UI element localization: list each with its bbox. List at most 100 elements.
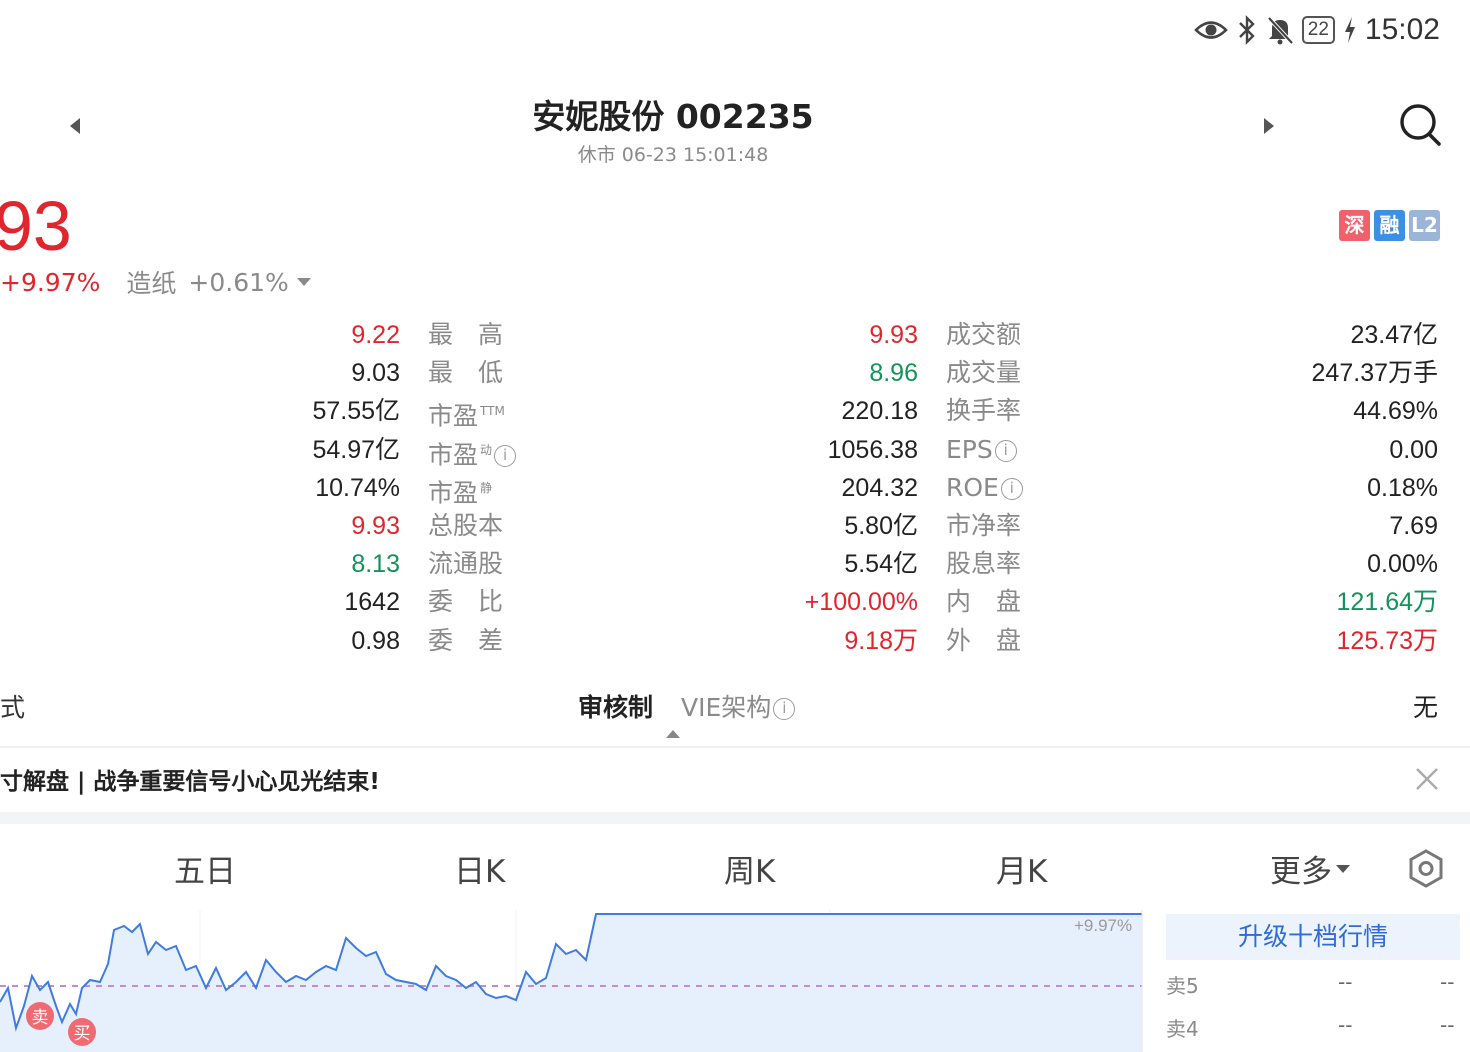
stat-value: 8.96 — [869, 354, 918, 392]
change-percent: +9.97% — [0, 267, 101, 297]
stat-value-text: 9.22 — [351, 321, 400, 349]
stat-label-text: 流通股 — [428, 549, 504, 578]
close-icon[interactable] — [1414, 766, 1440, 792]
stat-label: 最 低 — [428, 354, 503, 392]
stat-label: 外 盘 — [946, 622, 1021, 660]
trade-marker-buy[interactable]: 买 — [68, 1018, 96, 1046]
next-stock-arrow-icon[interactable] — [1264, 118, 1274, 134]
stat-value: 5.80亿 — [844, 507, 918, 545]
stat-value: 54.97亿 — [312, 431, 400, 469]
stat-label: 流通股 — [428, 545, 503, 583]
marker-sell-label: 卖 — [32, 1008, 49, 1028]
section-gap — [0, 812, 1470, 824]
badge-margin[interactable]: 融 — [1374, 210, 1405, 241]
stat-value-text: 0.00 — [1389, 436, 1438, 464]
stat-value-text: 8.96 — [869, 359, 918, 387]
stat-value-text: 54.97亿 — [312, 436, 400, 464]
stat-value: 125.73万 — [1337, 622, 1438, 660]
stat-value-text: 0.00% — [1367, 550, 1438, 578]
stat-value-text: 125.73万 — [1336, 627, 1438, 655]
stock-title: 安妮股份 002235 — [532, 97, 814, 136]
tab-daily-k[interactable]: 日K — [454, 846, 505, 891]
battery-indicator: 22 — [1301, 16, 1335, 44]
news-ticker[interactable]: 寸解盘 | 战争重要信号小心见光结束! — [0, 762, 380, 796]
stat-value: 1642 — [344, 583, 400, 621]
stat-value: +100.00% — [805, 583, 918, 621]
badge-shenzhen[interactable]: 深 — [1339, 210, 1370, 241]
stat-value-text: 1056.38 — [827, 436, 918, 464]
bluetooth-icon — [1238, 15, 1255, 45]
stat-label: 股息率 — [946, 545, 1021, 583]
market-badges: 深 融 L2 — [1339, 210, 1440, 241]
price-change-line: +9.97% 造纸 +0.61% — [0, 264, 311, 300]
stat-value-text: +100.00% — [804, 588, 918, 616]
upgrade-level10-button[interactable]: 升级十档行情 — [1166, 914, 1460, 960]
stat-value-text: 9.18万 — [844, 627, 918, 655]
chevron-down-icon — [296, 278, 311, 286]
stat-value: 0.18% — [1367, 469, 1438, 507]
stat-value-text: 10.74% — [315, 474, 400, 502]
stat-label-text: 成交额 — [946, 320, 1022, 349]
tab-five-day[interactable]: 五日 — [174, 846, 236, 891]
stat-value-text: 204.32 — [841, 474, 918, 502]
stat-label-text: 委 差 — [428, 626, 504, 655]
stat-value: 44.69% — [1353, 392, 1438, 430]
orderbook-label: 卖4 — [1166, 1017, 1199, 1041]
tab-audit-system[interactable]: 审核制 — [578, 688, 653, 724]
collapse-caret-icon[interactable] — [666, 730, 680, 738]
audit-value: 无 — [1412, 693, 1438, 722]
stat-label-text: 市盈 — [428, 478, 479, 508]
stat-label: 市盈静 — [428, 469, 492, 507]
tab-weekly-k[interactable]: 周K — [724, 846, 775, 891]
stat-value: 247.37万手 — [1312, 354, 1438, 392]
stat-value: 8.13 — [351, 545, 400, 583]
stat-label-text: EPS — [946, 435, 993, 464]
tab-vie[interactable]: VIE架构 i — [681, 688, 796, 724]
stat-value: 9.93 — [869, 316, 918, 354]
stat-value-text: 8.13 — [351, 550, 400, 578]
audit-tabs: 审核制 VIE架构 i — [578, 688, 796, 724]
stat-label-text: 内 盘 — [946, 587, 1022, 616]
stat-label-text: 最 高 — [428, 320, 504, 349]
stat-value-text: 44.69% — [1353, 397, 1438, 425]
search-icon[interactable] — [1398, 102, 1442, 148]
more-dropdown[interactable]: 更多 — [1270, 846, 1350, 891]
stat-value: 10.74% — [315, 469, 400, 507]
trade-marker-sell[interactable]: 卖 — [26, 1002, 54, 1030]
tab-monthly-k[interactable]: 月K — [996, 846, 1047, 891]
stat-value: 9.18万 — [844, 622, 918, 660]
last-price: 93 — [0, 187, 72, 265]
stat-label-text: 成交量 — [946, 358, 1022, 387]
orderbook-label: 卖5 — [1166, 974, 1199, 998]
stat-value: 0.00 — [1389, 431, 1438, 469]
sector-info[interactable]: 造纸 +0.61% — [126, 264, 311, 300]
intraday-chart[interactable]: 卖 买 — [0, 910, 1148, 1052]
mute-bell-icon — [1267, 16, 1294, 45]
sector-name: 造纸 — [126, 269, 177, 298]
stat-label-text: 最 低 — [428, 358, 504, 387]
stat-value: 9.93 — [351, 507, 400, 545]
stat-value: 9.22 — [351, 316, 400, 354]
info-icon[interactable]: i — [773, 698, 796, 720]
info-icon[interactable]: i — [1000, 478, 1023, 500]
status-bar: 22 15:02 — [1193, 8, 1440, 52]
info-icon[interactable]: i — [494, 445, 517, 468]
stat-label: 委 差 — [428, 622, 503, 660]
stat-value-text: 220.18 — [841, 397, 918, 425]
badge-level2[interactable]: L2 — [1409, 210, 1440, 241]
stat-label: 最 高 — [428, 316, 503, 354]
stat-value: 23.47亿 — [1350, 316, 1438, 354]
stat-value-text: 23.47亿 — [1350, 321, 1438, 349]
stat-label-text: 市盈 — [428, 401, 479, 431]
orderbook-volume: -- — [1440, 970, 1455, 994]
market-status: 休市 06-23 15:01:48 — [577, 144, 769, 166]
stat-label-text: ROE — [946, 473, 999, 502]
listing-mode-label: 式 — [0, 693, 26, 722]
stat-label-text: 总股本 — [428, 511, 504, 540]
stat-value: 1056.38 — [828, 431, 918, 469]
settings-icon[interactable] — [1406, 848, 1446, 890]
clock: 15:02 — [1364, 13, 1440, 46]
stat-value: 7.69 — [1389, 507, 1438, 545]
info-icon[interactable]: i — [994, 440, 1017, 462]
sector-percent: +0.61% — [188, 267, 289, 297]
